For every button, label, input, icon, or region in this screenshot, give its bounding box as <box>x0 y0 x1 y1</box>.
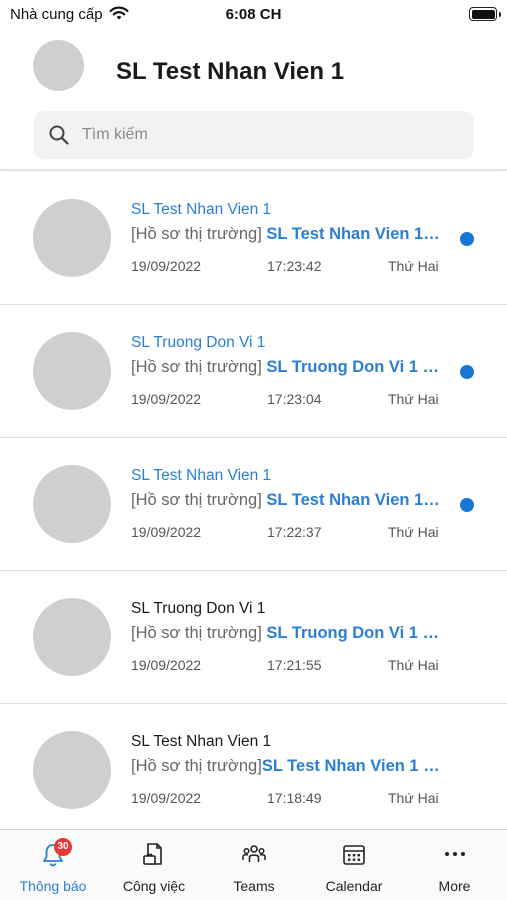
task-document-icon <box>143 843 162 865</box>
tab-more[interactable]: More <box>402 830 507 900</box>
notification-message: [Hồ sơ thị trường]SL Test Nhan Vien 1 đã… <box>131 757 443 776</box>
notification-item[interactable]: SL Test Nhan Vien 1 [Hồ sơ thị trường] SL… <box>0 438 507 571</box>
sender-avatar <box>33 199 111 277</box>
teams-people-icon <box>242 845 266 862</box>
sender-name: SL Test Nhan Vien 1 <box>131 733 272 750</box>
unread-indicator <box>460 365 474 379</box>
notification-date: 19/09/2022 <box>131 790 202 806</box>
notification-list[interactable]: SL Test Nhan Vien 1 [Hồ sơ thị trường] SL… <box>0 172 507 828</box>
message-text: SL Truong Don Vi 1 đã ... <box>266 358 443 376</box>
unread-indicator <box>460 498 474 512</box>
notification-time: 17:18:49 <box>267 790 322 806</box>
header-divider <box>0 169 507 171</box>
notification-day: Thứ Hai <box>388 524 439 540</box>
notification-time: 17:23:04 <box>267 391 322 407</box>
message-category: [Hồ sơ thị trường] <box>131 225 267 243</box>
sender-name: SL Test Nhan Vien 1 <box>131 467 272 484</box>
notification-date: 19/09/2022 <box>131 391 202 407</box>
tab-bar: 30 Thông báo Công việc Teams Calendar Mo… <box>0 829 507 900</box>
tab-label: Calendar <box>325 878 383 894</box>
tab-label: Thông báo <box>19 878 87 894</box>
notification-item[interactable]: SL Truong Don Vi 1 [Hồ sơ thị trường] SL … <box>0 305 507 438</box>
notification-date: 19/09/2022 <box>131 258 202 274</box>
tab-notifications[interactable]: 30 Thông báo <box>0 830 106 900</box>
message-text: SL Truong Don Vi 1 đã ... <box>266 624 443 642</box>
notification-message: [Hồ sơ thị trường] SL Test Nhan Vien 1 đ… <box>131 491 443 510</box>
message-category: [Hồ sơ thị trường] <box>131 491 267 509</box>
message-text: SL Test Nhan Vien 1 đã ... <box>261 757 443 775</box>
search-input[interactable] <box>82 111 462 159</box>
message-category: [Hồ sơ thị trường] <box>131 757 262 775</box>
user-avatar[interactable] <box>33 40 84 91</box>
notification-day: Thứ Hai <box>388 258 439 274</box>
clock-time: 6:08 CH <box>225 6 282 23</box>
notification-message: [Hồ sơ thị trường] SL Test Nhan Vien 1 đ… <box>131 225 443 244</box>
notification-day: Thứ Hai <box>388 657 439 673</box>
tab-tasks[interactable]: Công việc <box>106 830 202 900</box>
message-text: SL Test Nhan Vien 1 đã ... <box>266 491 443 509</box>
calendar-icon <box>343 845 365 865</box>
notification-date: 19/09/2022 <box>131 657 202 673</box>
sender-name: SL Test Nhan Vien 1 <box>131 201 272 218</box>
notification-day: Thứ Hai <box>388 391 439 407</box>
notification-item[interactable]: SL Test Nhan Vien 1 [Hồ sơ thị trường]SL … <box>0 704 507 828</box>
notification-item[interactable]: SL Truong Don Vi 1 [Hồ sơ thị trường] SL … <box>0 571 507 704</box>
notification-time: 17:23:42 <box>267 258 322 274</box>
notification-message: [Hồ sơ thị trường] SL Truong Don Vi 1 đã… <box>131 358 443 377</box>
tab-calendar[interactable]: Calendar <box>306 830 402 900</box>
sender-avatar <box>33 332 111 410</box>
battery-icon <box>469 7 501 21</box>
notification-day: Thứ Hai <box>388 790 439 806</box>
tab-label: Công việc <box>122 878 186 894</box>
sender-name: SL Truong Don Vi 1 <box>131 600 266 617</box>
tab-label: Teams <box>233 878 275 894</box>
notification-message: [Hồ sơ thị trường] SL Truong Don Vi 1 đã… <box>131 624 443 643</box>
more-dots-icon <box>445 852 465 856</box>
search-box[interactable] <box>34 111 474 159</box>
tab-label: More <box>438 878 471 894</box>
notification-date: 19/09/2022 <box>131 524 202 540</box>
sender-name: SL Truong Don Vi 1 <box>131 334 266 351</box>
sender-avatar <box>33 465 111 543</box>
page-title: SL Test Nhan Vien 1 <box>116 58 345 85</box>
message-text: SL Test Nhan Vien 1 đã ... <box>266 225 443 243</box>
notification-item[interactable]: SL Test Nhan Vien 1 [Hồ sơ thị trường] SL… <box>0 172 507 305</box>
unread-indicator <box>460 232 474 246</box>
notification-time: 17:21:55 <box>267 657 322 673</box>
notification-time: 17:22:37 <box>267 524 322 540</box>
message-category: [Hồ sơ thị trường] <box>131 624 267 642</box>
sender-avatar <box>33 731 111 809</box>
status-bar: Nhà cung cấp 6:08 CH <box>0 0 507 28</box>
sender-avatar <box>33 598 111 676</box>
tab-teams[interactable]: Teams <box>202 830 306 900</box>
notification-badge: 30 <box>54 838 72 856</box>
message-category: [Hồ sơ thị trường] <box>131 358 267 376</box>
search-icon <box>49 125 69 145</box>
